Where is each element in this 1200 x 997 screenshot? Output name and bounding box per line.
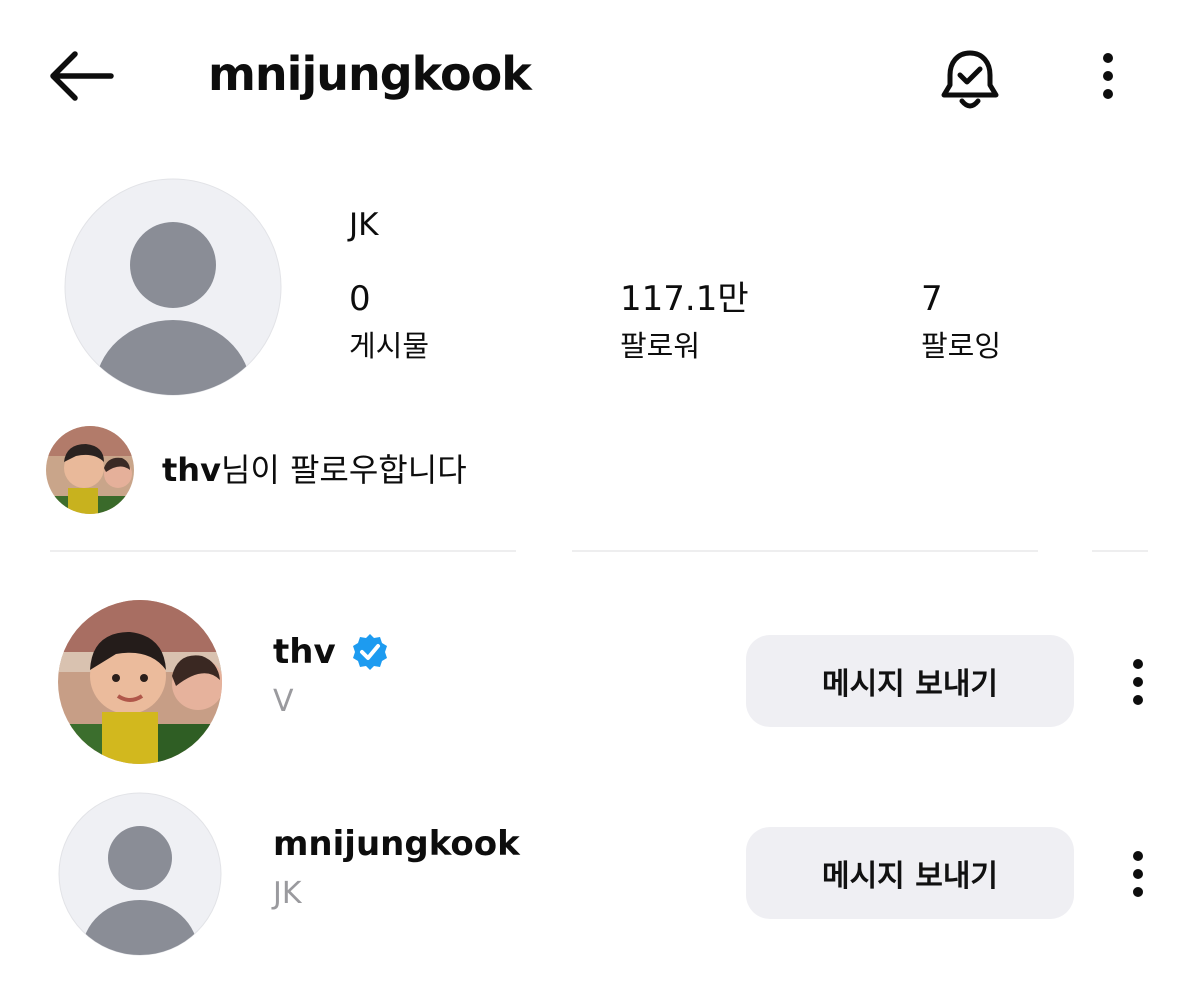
followers-count: 117.1만 — [620, 279, 749, 319]
divider — [572, 550, 1038, 552]
divider — [1092, 550, 1148, 552]
list-item-name: JK — [273, 876, 302, 911]
followers-stat[interactable]: 117.1만 팔로워 — [620, 278, 749, 366]
page-title: mnijungkook — [208, 47, 532, 101]
back-button[interactable] — [40, 40, 120, 112]
posts-stat[interactable]: 0 게시물 — [349, 278, 429, 366]
more-vertical-icon — [1103, 53, 1113, 99]
default-avatar-icon — [64, 178, 282, 396]
following-label: 팔로잉 — [921, 329, 1002, 363]
mutual-follower-username: thv — [162, 451, 221, 489]
verified-badge-icon — [350, 632, 390, 672]
mnijungkook-avatar[interactable] — [58, 792, 222, 956]
following-count: 7 — [921, 279, 943, 319]
posts-label: 게시물 — [349, 329, 430, 363]
posts-count: 0 — [349, 279, 371, 319]
mutual-follower-suffix: 님이 팔로우합니다 — [220, 451, 467, 489]
followers-label: 팔로워 — [620, 329, 701, 363]
mutual-follower-avatar — [46, 426, 134, 514]
list-item-name: V — [273, 684, 294, 719]
following-stat[interactable]: 7 팔로잉 — [921, 278, 1001, 366]
list-item-username[interactable]: thv — [273, 630, 390, 674]
send-message-button[interactable]: 메시지 보내기 — [746, 635, 1074, 727]
row-more-button[interactable] — [1116, 838, 1160, 910]
profile-display-name: JK — [349, 207, 379, 243]
row-more-button[interactable] — [1116, 646, 1160, 718]
list-item-username[interactable]: mnijungkook — [273, 822, 520, 866]
arrow-left-icon — [50, 51, 114, 101]
send-message-button[interactable]: 메시지 보내기 — [746, 827, 1074, 919]
notification-bell-button[interactable] — [930, 40, 1010, 120]
thv-avatar[interactable] — [58, 600, 222, 764]
profile-avatar[interactable] — [64, 178, 282, 396]
bell-check-icon — [941, 50, 999, 109]
more-vertical-icon — [1133, 659, 1143, 705]
more-vertical-icon — [1133, 851, 1143, 897]
more-options-button[interactable] — [1080, 44, 1136, 108]
default-avatar-icon — [58, 792, 222, 956]
divider — [50, 550, 516, 552]
mutual-follower[interactable]: thv님이 팔로우합니다 — [46, 426, 467, 514]
